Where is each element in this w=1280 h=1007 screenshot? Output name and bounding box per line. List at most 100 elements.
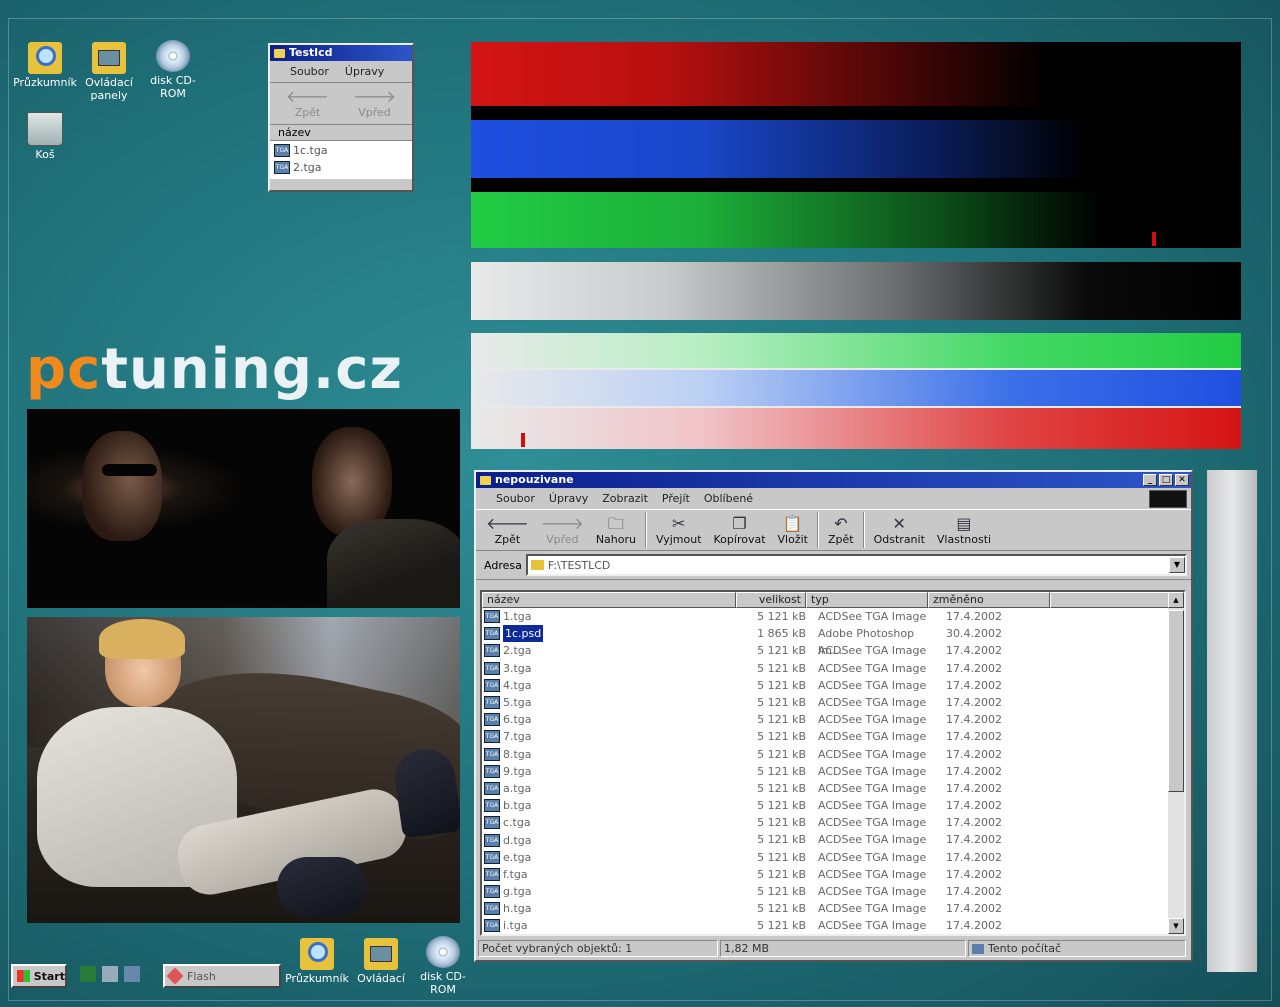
file-type: ACDSee TGA Image [818, 833, 927, 847]
file-type: ACDSee TGA Image [818, 885, 927, 898]
table-row[interactable]: TGA 3.tga 5 121 kB ACDSee TGA Image 17.4.200… [482, 660, 1184, 677]
scrollbar-thumb[interactable] [1168, 610, 1184, 792]
table-row[interactable]: TGA i.tga 5 121 kB ACDSee TGA Image 17.4.200… [482, 917, 1184, 934]
quick-launch-icon[interactable] [80, 966, 96, 982]
scroll-down-icon[interactable]: ▼ [1168, 918, 1184, 934]
file-type-icon: TGA [484, 833, 500, 847]
windows-flag-icon [17, 970, 30, 982]
chevron-down-icon[interactable]: ▼ [1169, 557, 1185, 573]
table-row[interactable]: TGA c.tga 5 121 kB ACDSee TGA Image 17.4.200… [482, 814, 1184, 831]
column-header-type[interactable]: typ [806, 592, 928, 608]
table-row[interactable]: TGA b.tga 5 121 kB ACDSee TGA Image 17.4.200… [482, 797, 1184, 814]
menu-prejit[interactable]: Přejít [662, 492, 690, 505]
file-type-icon: TGA [484, 919, 500, 933]
column-header-name[interactable]: název [270, 125, 412, 141]
forward-button[interactable]: 🡒 Vpřed [347, 86, 402, 121]
list-item[interactable]: TGA 2.tga [274, 159, 408, 176]
file-type-icon: TGA [484, 850, 500, 864]
maximize-button[interactable]: □ [1159, 474, 1173, 486]
close-button[interactable]: ✕ [1175, 474, 1189, 486]
table-row[interactable]: TGA a.tga 5 121 kB ACDSee TGA Image 17.4.200… [482, 780, 1184, 797]
list-item[interactable]: TGA 1c.tga [274, 142, 408, 159]
table-row[interactable]: TGA 8.tga 5 121 kB ACDSee TGA Image 17.4.200… [482, 746, 1184, 763]
properties-icon: ▤ [956, 514, 972, 533]
vertical-scrollbar[interactable]: ▲ ▼ [1168, 592, 1184, 934]
table-row[interactable]: TGA d.tga 5 121 kB ACDSee TGA Image 17.4.200… [482, 831, 1184, 848]
table-row[interactable]: TGA 6.tga 5 121 kB ACDSee TGA Image 17.4.200… [482, 711, 1184, 728]
file-name: i.tga [503, 919, 528, 933]
table-row[interactable]: TGA f.tga 5 121 kB ACDSee TGA Image 17.4.200… [482, 866, 1184, 883]
up-button[interactable]: 🗀 Nahoru [590, 513, 642, 548]
back-button[interactable]: 🡐 Zpět [280, 86, 335, 121]
desktop-icon-explorer[interactable]: Průzkumník [282, 938, 352, 985]
file-type: ACDSee TGA Image [818, 747, 927, 761]
file-date: 17.4.2002 [946, 730, 1002, 744]
table-row[interactable]: TGA 4.tga 5 121 kB ACDSee TGA Image 17.4.200… [482, 677, 1184, 694]
quick-launch [80, 966, 140, 982]
back-button[interactable]: 🡐 Zpět [480, 513, 535, 548]
undo-label: Zpět [828, 533, 854, 546]
file-name-cell: TGA d.tga [482, 831, 736, 848]
table-row[interactable]: TGA 1c.psd 1 865 kB Adobe Photoshop Im... 30… [482, 625, 1184, 657]
desktop-icon-explorer[interactable]: Průzkumník [10, 42, 80, 89]
address-field[interactable]: F:\TESTLCD ▼ [525, 554, 1187, 576]
menu-soubor[interactable]: Soubor [496, 492, 535, 505]
table-row[interactable]: TGA 2.tga 5 121 kB ACDSee TGA Image 17.4.200… [482, 642, 1184, 659]
file-type: ACDSee TGA Image [818, 695, 927, 709]
menu-upravy[interactable]: Úpravy [549, 492, 588, 505]
table-row[interactable]: TGA 1.tga 5 121 kB ACDSee TGA Image 17.4.200… [482, 608, 1184, 625]
properties-button[interactable]: ▤ Vlastnosti [931, 513, 997, 548]
file-type: ACDSee TGA Image [818, 713, 927, 727]
quick-launch-icon[interactable] [102, 966, 118, 982]
menu-upravy[interactable]: Úpravy [345, 65, 384, 78]
file-name: d.tga [503, 833, 532, 847]
desktop-icon-control-panel[interactable]: Ovládací panely [74, 42, 144, 102]
menu-oblibene[interactable]: Oblíbené [704, 492, 753, 505]
table-row[interactable]: TGA 9.tga 5 121 kB ACDSee TGA Image 17.4.200… [482, 763, 1184, 780]
taskbar-task-flash[interactable]: Flash [163, 964, 281, 988]
arrow-right-icon: 🡒 [353, 87, 396, 106]
start-button[interactable]: Start [11, 964, 67, 988]
quick-launch-icon[interactable] [124, 966, 140, 982]
table-row[interactable]: TGA e.tga 5 121 kB ACDSee TGA Image 17.4.200… [482, 849, 1184, 866]
copy-button[interactable]: ❐ Kopírovat [708, 513, 772, 548]
menu-zobrazit[interactable]: Zobrazit [602, 492, 648, 505]
scroll-up-icon[interactable]: ▲ [1168, 592, 1184, 608]
desktop-icon-control-panel[interactable]: Ovládací [346, 938, 416, 985]
file-name-cell: TGA 5.tga [482, 694, 736, 711]
file-name: 2.tga [293, 161, 322, 174]
minimize-button[interactable]: _ [1143, 474, 1157, 486]
forward-button[interactable]: 🡒 Vpřed [535, 513, 590, 548]
file-type: ACDSee TGA Image [818, 644, 927, 658]
column-header-size[interactable]: velikost [736, 592, 806, 608]
explorer-titlebar[interactable]: nepouzivane _ □ ✕ [476, 472, 1191, 488]
menu-soubor[interactable]: Soubor [290, 65, 329, 78]
pctuning-logo: pctuning.cz [26, 340, 403, 400]
cut-label: Vyjmout [655, 533, 702, 546]
file-type-icon: TGA [484, 747, 500, 761]
undo-button[interactable]: ↶ Zpět [822, 513, 860, 548]
table-row[interactable]: TGA 5.tga 5 121 kB ACDSee TGA Image 17.4.200… [482, 694, 1184, 711]
testlcd-titlebar[interactable]: Testlcd [270, 45, 412, 61]
table-row[interactable]: TGA g.tga 5 121 kB ACDSee TGA Image 17.4.200… [482, 883, 1184, 900]
file-size: 5 121 kB [757, 644, 806, 658]
delete-button[interactable]: ✕ Odstranit [868, 513, 931, 548]
task-label: Flash [187, 969, 216, 983]
table-row[interactable]: TGA 7.tga 5 121 kB ACDSee TGA Image 17.4.200… [482, 728, 1184, 745]
file-name-cell: TGA 4.tga [482, 677, 736, 694]
cut-button[interactable]: ✂ Vyjmout [650, 513, 708, 548]
paste-button[interactable]: 📋 Vložit [772, 513, 814, 548]
file-size: 5 121 kB [757, 799, 806, 813]
file-date: 30.4.2002 [946, 627, 1002, 641]
up-label: Nahoru [595, 533, 636, 546]
desktop-icon-recycle-bin[interactable]: Koš [10, 112, 80, 161]
file-type-icon: TGA [484, 610, 500, 624]
column-header-modified[interactable]: změněno [928, 592, 1050, 608]
desktop-icon-cd-rom[interactable]: disk CD-ROM [408, 936, 478, 996]
file-type-icon: TGA [484, 696, 500, 710]
table-row[interactable]: TGA h.tga 5 121 kB ACDSee TGA Image 17.4.200… [482, 900, 1184, 917]
desktop-icon-cd-rom[interactable]: disk CD-ROM [138, 40, 208, 100]
file-date: 17.4.2002 [946, 816, 1002, 830]
file-type-icon: TGA [484, 713, 500, 727]
column-header-name[interactable]: název [482, 592, 736, 608]
